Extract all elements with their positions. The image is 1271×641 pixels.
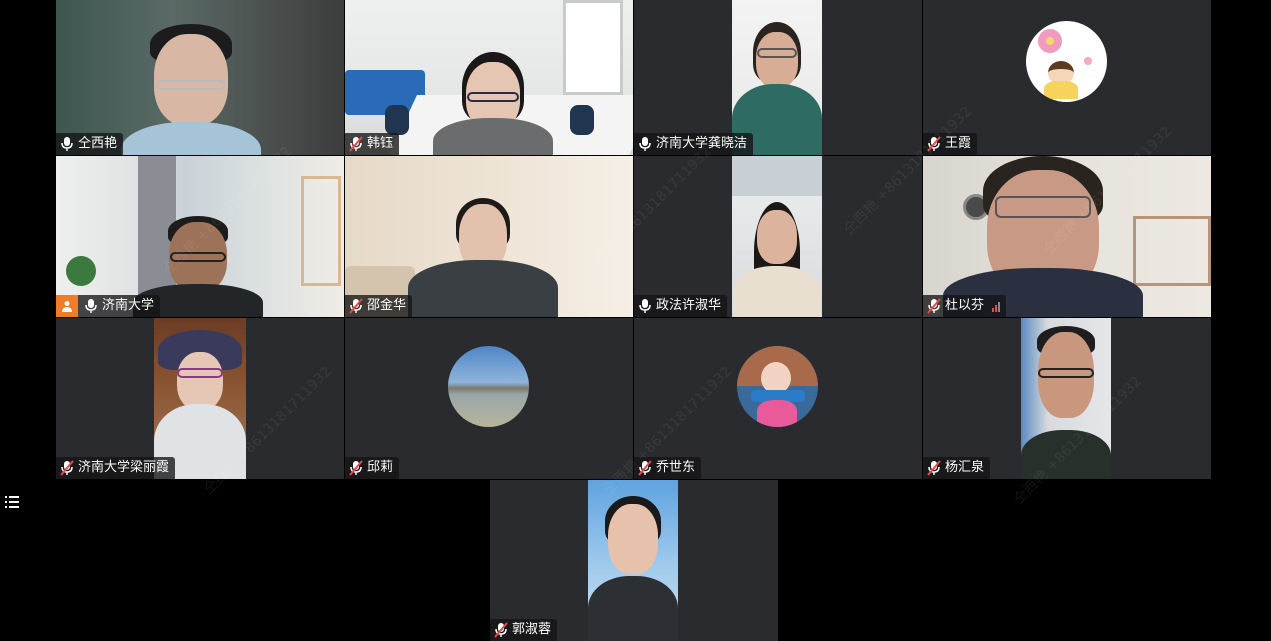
microphone-muted-icon: [927, 298, 941, 314]
video-tile-12[interactable]: 杨汇泉: [923, 318, 1211, 479]
profile-avatar: [448, 346, 529, 427]
video-tile-1[interactable]: 仝西艳: [56, 0, 344, 155]
participant-name: 杨汇泉: [945, 460, 985, 475]
participant-name-bar: 仝西艳: [56, 133, 124, 155]
video-feed: [345, 0, 633, 155]
host-person-icon: [56, 295, 78, 317]
participant-name-bar: 政法许淑华: [634, 295, 728, 317]
video-feed: [732, 0, 822, 155]
video-feed: [56, 156, 344, 317]
video-feed: [732, 156, 822, 317]
microphone-icon: [84, 298, 98, 314]
participant-name: 韩钰: [367, 136, 394, 151]
video-feed: [923, 156, 1211, 317]
microphone-muted-icon: [638, 460, 652, 476]
microphone-icon: [638, 298, 652, 314]
participant-name-bar: 济南大学龚晓洁: [634, 133, 754, 155]
participant-name-bar: 乔世东: [634, 457, 702, 479]
participant-name: 济南大学梁丽霞: [78, 460, 170, 475]
participant-name-bar: 杜以芬: [923, 295, 1007, 317]
video-feed: [154, 318, 246, 479]
video-tile-7[interactable]: 政法许淑华: [634, 156, 922, 317]
video-feed: [56, 0, 344, 155]
participant-name: 王霞: [945, 136, 972, 151]
microphone-muted-icon: [494, 622, 508, 638]
microphone-muted-icon: [349, 298, 363, 314]
video-feed: [1021, 318, 1111, 479]
video-tile-4[interactable]: 王霞: [923, 0, 1211, 155]
video-tile-6[interactable]: 邵金华: [345, 156, 633, 317]
profile-avatar: [737, 346, 818, 427]
participant-name: 政法许淑华: [656, 298, 722, 313]
participant-name: 济南大学: [102, 298, 155, 313]
participant-name-bar: 济南大学: [56, 295, 161, 317]
video-tile-9[interactable]: 济南大学梁丽霞: [56, 318, 344, 479]
video-tile-3[interactable]: 济南大学龚晓洁: [634, 0, 922, 155]
network-signal-icon: [992, 300, 1001, 312]
video-tile-2[interactable]: 韩钰: [345, 0, 633, 155]
microphone-muted-icon: [60, 460, 74, 476]
participant-name: 乔世东: [656, 460, 696, 475]
participant-name-bar: 邱莉: [345, 457, 400, 479]
microphone-icon: [638, 136, 652, 152]
participant-name-bar: 邵金华: [345, 295, 413, 317]
video-tile-5[interactable]: 济南大学: [56, 156, 344, 317]
video-tile-13[interactable]: 郭淑蓉: [490, 480, 778, 641]
list-menu-icon[interactable]: [4, 494, 20, 510]
microphone-muted-icon: [349, 460, 363, 476]
participant-name: 济南大学龚晓洁: [656, 136, 748, 151]
video-feed: [588, 480, 678, 641]
participant-name-bar: 王霞: [923, 133, 978, 155]
video-tile-8[interactable]: 杜以芬: [923, 156, 1211, 317]
microphone-muted-icon: [349, 136, 363, 152]
video-feed: [345, 156, 633, 317]
participant-name: 邵金华: [367, 298, 407, 313]
participant-name-bar: 郭淑蓉: [490, 619, 558, 641]
profile-avatar: [1026, 21, 1107, 102]
microphone-muted-icon: [927, 460, 941, 476]
video-tile-11[interactable]: 乔世东: [634, 318, 922, 479]
participant-name: 杜以芬: [945, 298, 985, 313]
participant-name-bar: 韩钰: [345, 133, 400, 155]
participant-name: 仝西艳: [78, 136, 118, 151]
participant-name: 郭淑蓉: [512, 622, 552, 637]
participant-name-bar: 杨汇泉: [923, 457, 991, 479]
microphone-muted-icon: [927, 136, 941, 152]
participant-name-bar: 济南大学梁丽霞: [56, 457, 176, 479]
microphone-icon: [60, 136, 74, 152]
participant-name: 邱莉: [367, 460, 394, 475]
video-tile-10[interactable]: 邱莉: [345, 318, 633, 479]
